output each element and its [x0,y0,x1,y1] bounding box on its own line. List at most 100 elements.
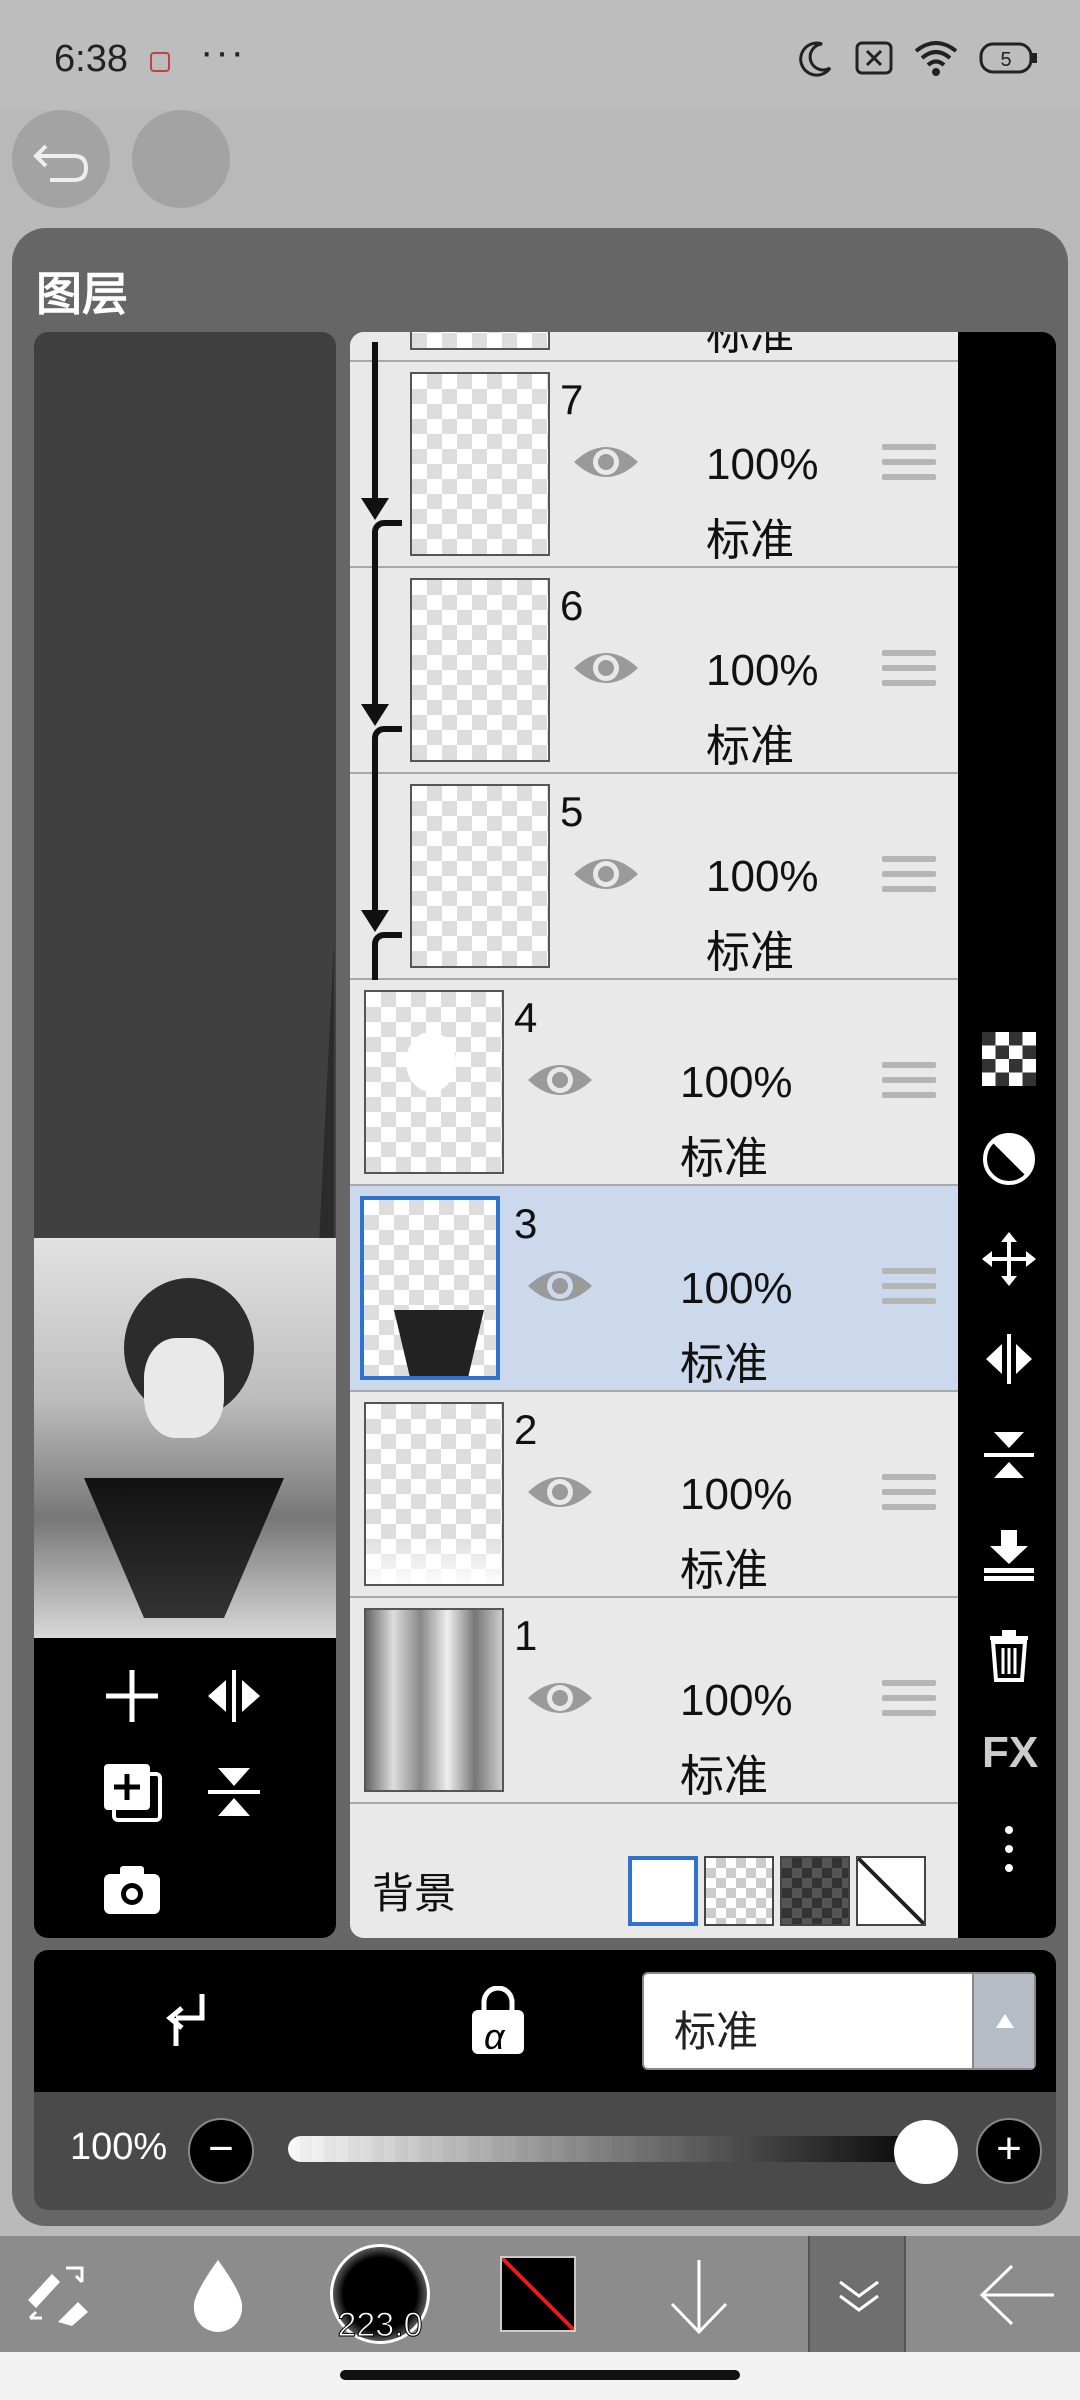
bottom-toolbar: 223.0 [0,2236,1080,2352]
eye-icon[interactable] [570,440,642,484]
no-sim-icon [855,41,893,75]
thumbnail-shape [394,1310,484,1376]
battery-icon: 5 [979,42,1037,74]
triangle-up-icon [996,2014,1014,2028]
flip-horizontal-icon[interactable] [982,1332,1036,1386]
opacity-slider-knob[interactable] [894,2120,958,2184]
thumbnail-shape [366,1534,502,1584]
layer-thumbnail [364,1402,504,1586]
redo-button[interactable] [132,110,230,208]
checker-icon[interactable] [982,1032,1036,1086]
flip-vertical-icon[interactable] [202,1760,266,1824]
more-vertical-icon[interactable] [982,1822,1036,1876]
collapse-button[interactable] [808,2236,906,2352]
clip-arrow [372,754,378,914]
layer-number: 3 [514,1200,538,1247]
camera-icon[interactable] [100,1858,164,1922]
layer-opacity: 100% [680,1470,793,1519]
status-time: 6:38 [54,38,128,80]
eye-icon[interactable] [524,1676,596,1720]
background-row: 背景 [350,1832,958,1938]
layers-panel: 图层 标准 7 100% 标准 6 100% 标准 5 100% 标准 4 10… [12,228,1068,2226]
eye-icon[interactable] [524,1058,596,1102]
arrow-left-icon[interactable] [978,2262,1058,2328]
blend-mode-select[interactable]: 标准 [642,1972,1036,2070]
layer-blend-mode: 标准 [706,332,794,359]
layer-row-4[interactable]: 4 100% 标准 [350,980,958,1186]
layer-row-5[interactable]: 5 100% 标准 [350,754,958,982]
background-none-swatch[interactable] [856,1856,926,1926]
invert-icon[interactable] [982,1132,1036,1186]
brush-eraser-swap-icon[interactable] [22,2260,96,2330]
undo-button[interactable] [12,110,110,208]
flip-vertical-icon[interactable] [982,1428,1036,1482]
layer-number: 1 [514,1612,538,1659]
clip-arrow-head [361,498,389,520]
layer-opacity: 100% [706,852,819,901]
drag-handle[interactable] [882,1680,936,1720]
water-drop-icon[interactable] [188,2256,248,2332]
layer-row-1[interactable]: 1 100% 标准 [350,1598,958,1804]
drag-handle[interactable] [882,1062,936,1102]
flip-horizontal-icon[interactable] [202,1664,266,1728]
layer-row-partial[interactable]: 标准 [350,332,958,362]
eye-icon[interactable] [570,646,642,690]
layer-row-6[interactable]: 6 100% 标准 [350,548,958,776]
duplicate-layer-icon[interactable] [100,1760,164,1824]
layer-thumbnail [410,578,550,762]
layer-thumbnail [410,784,550,968]
preview-column [34,332,336,1938]
merge-down-icon[interactable] [982,1528,1036,1582]
layer-tools [34,1638,336,1938]
background-checker-light-swatch[interactable] [704,1856,774,1926]
eye-icon[interactable] [524,1470,596,1514]
trash-icon[interactable] [982,1628,1036,1682]
layer-row-2[interactable]: 2 100% 标准 [350,1392,958,1598]
eye-icon[interactable] [570,852,642,896]
drag-handle[interactable] [882,444,936,484]
layer-list[interactable]: 标准 7 100% 标准 6 100% 标准 5 100% 标准 4 100% … [350,332,958,1938]
wifi-icon [914,41,958,76]
status-bar: 6:38 ··· 5 [0,0,1080,110]
drag-handle[interactable] [882,1474,936,1514]
opacity-bar: 100% − + [34,2092,1056,2210]
background-checker-dark-swatch[interactable] [780,1856,850,1926]
clip-arrow-head [361,910,389,932]
layer-opacity: 100% [706,440,819,489]
layer-blend-mode: 标准 [680,1134,768,1183]
opacity-decrease-button[interactable]: − [188,2118,254,2184]
opacity-increase-button[interactable]: + [976,2118,1042,2184]
color-picker-button[interactable] [500,2256,576,2332]
thumbnail-shape [406,1032,456,1092]
layer-thumbnail [410,372,550,556]
clip-arrow [372,548,378,708]
svg-text:5: 5 [1000,49,1011,71]
alpha-symbol: α [484,2016,505,2057]
blend-mode-dropdown[interactable] [972,1974,1034,2068]
move-icon[interactable] [982,1232,1036,1286]
eye-icon[interactable] [524,1264,596,1308]
canvas-thumbnail[interactable] [34,1238,336,1638]
layer-opacity: 100% [680,1676,793,1725]
layer-row-7[interactable]: 7 100% 标准 [350,342,958,570]
alpha-lock-button[interactable]: α [466,1985,530,2057]
opacity-label: 100% [70,2126,168,2168]
moon-icon [799,41,832,77]
add-layer-icon[interactable] [100,1664,164,1728]
opacity-slider[interactable] [288,2136,938,2162]
drag-handle[interactable] [882,1268,936,1308]
notification-icon [150,52,170,72]
layer-number: 7 [560,376,584,423]
layer-row-3[interactable]: 3 100% 标准 [350,1186,958,1392]
clipping-icon[interactable] [156,1988,220,2052]
fx-button[interactable]: FX [982,1728,1038,1782]
arrow-down-icon[interactable] [664,2256,734,2336]
background-white-swatch[interactable] [628,1856,698,1926]
layer-thumbnail [364,1608,504,1792]
home-indicator[interactable] [340,2370,740,2380]
thumbnail-scarf [84,1478,284,1618]
drag-handle[interactable] [882,856,936,896]
layer-number: 5 [560,788,584,835]
drag-handle[interactable] [882,650,936,690]
layer-thumbnail [360,1196,500,1380]
